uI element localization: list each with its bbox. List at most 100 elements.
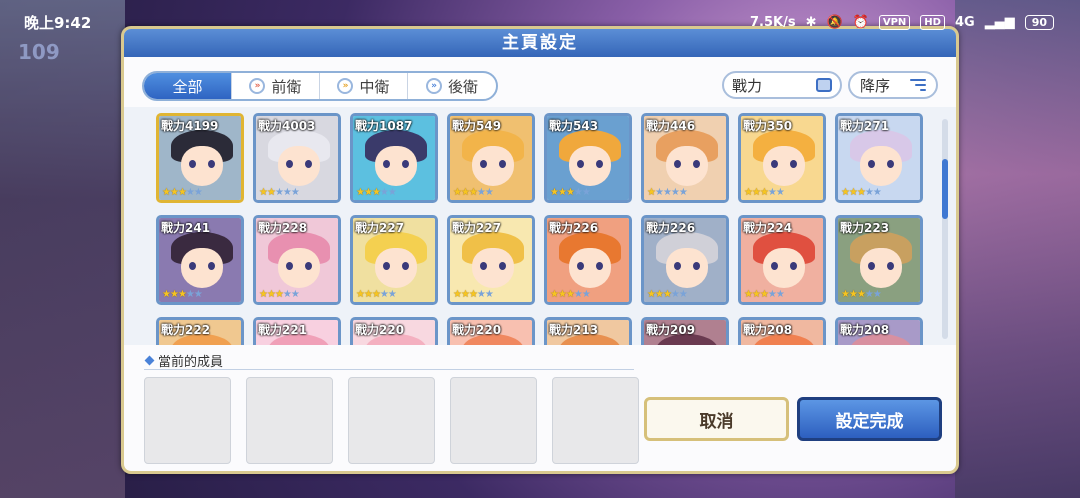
back-role-icon: » bbox=[425, 78, 442, 94]
character-card[interactable]: 戰力220★★★★★ bbox=[447, 317, 535, 345]
home-settings-dialog: 主頁設定 全部 » 前衛 » 中衛 » 後衛 戰力 降序 戰力4199 ★★★★… bbox=[121, 26, 959, 474]
character-power: 戰力223 bbox=[840, 221, 890, 235]
character-card[interactable]: 戰力213★★★★★ bbox=[544, 317, 632, 345]
star-rating: ★★★★★ bbox=[841, 187, 882, 198]
signal-icon: ▂▄▆ bbox=[984, 14, 1015, 30]
current-members-heading: 當前的成員 bbox=[144, 351, 224, 370]
character-card[interactable]: 戰力4199 ★★★★★ bbox=[156, 113, 244, 203]
sort-select-icon bbox=[816, 78, 832, 92]
tab-front[interactable]: » 前衛 bbox=[232, 73, 320, 99]
character-list[interactable]: 戰力4199 ★★★★★ 戰力4003 ★★★★★ 戰力1087 ★★★★★ 戰力549 ★★… bbox=[124, 107, 956, 345]
character-power: 戰力4199 bbox=[161, 119, 219, 133]
network-speed: 7.5K/s bbox=[749, 14, 796, 30]
character-card[interactable]: 戰力227 ★★★★★ bbox=[447, 215, 535, 305]
character-grid: 戰力4199 ★★★★★ 戰力4003 ★★★★★ 戰力1087 ★★★★★ 戰力549 ★★… bbox=[156, 113, 923, 345]
scrollbar-thumb[interactable] bbox=[942, 159, 948, 219]
character-card[interactable]: 戰力226 ★★★★★ bbox=[641, 215, 729, 305]
mute-icon: 🔕 bbox=[826, 14, 843, 30]
background-left-panel: 109 bbox=[0, 0, 125, 498]
alarm-icon: ⏰ bbox=[852, 14, 869, 30]
member-slot[interactable] bbox=[552, 377, 639, 464]
background-right-panel bbox=[955, 0, 1080, 498]
tab-middle[interactable]: » 中衛 bbox=[320, 73, 408, 99]
character-card[interactable]: 戰力4003 ★★★★★ bbox=[253, 113, 341, 203]
character-power: 戰力220 bbox=[452, 323, 502, 337]
character-power: 戰力222 bbox=[161, 323, 211, 337]
character-card[interactable]: 戰力1087 ★★★★★ bbox=[350, 113, 438, 203]
diamond-bullet-icon bbox=[144, 355, 155, 366]
star-rating: ★★★★★ bbox=[841, 289, 882, 300]
hd-badge: HD bbox=[920, 14, 945, 30]
character-card[interactable]: 戰力223 ★★★★★ bbox=[835, 215, 923, 305]
sort-order-button[interactable]: 降序 bbox=[848, 71, 938, 99]
character-power: 戰力224 bbox=[743, 221, 793, 235]
character-power: 戰力220 bbox=[355, 323, 405, 337]
member-slot[interactable] bbox=[348, 377, 435, 464]
character-power: 戰力4003 bbox=[258, 119, 316, 133]
tab-back[interactable]: » 後衛 bbox=[408, 73, 496, 99]
character-power: 戰力226 bbox=[646, 221, 696, 235]
character-power: 戰力241 bbox=[161, 221, 211, 235]
role-tabs: 全部 » 前衛 » 中衛 » 後衛 bbox=[142, 71, 498, 101]
character-power: 戰力271 bbox=[840, 119, 890, 133]
sort-key-button[interactable]: 戰力 bbox=[722, 71, 842, 99]
star-rating: ★★★★★ bbox=[162, 187, 203, 198]
star-rating: ★★★★★ bbox=[453, 289, 494, 300]
bluetooth-icon: ✱ bbox=[805, 14, 817, 30]
star-rating: ★★★★★ bbox=[356, 187, 397, 198]
character-card[interactable]: 戰力549 ★★★★★ bbox=[447, 113, 535, 203]
character-card[interactable]: 戰力241 ★★★★★ bbox=[156, 215, 244, 305]
character-card[interactable]: 戰力208★★★★★ bbox=[835, 317, 923, 345]
sort-order-label: 降序 bbox=[860, 76, 891, 95]
character-power: 戰力543 bbox=[549, 119, 599, 133]
star-rating: ★★★★★ bbox=[744, 187, 785, 198]
character-power: 戰力549 bbox=[452, 119, 502, 133]
star-rating: ★★★★★ bbox=[453, 187, 494, 198]
star-rating: ★★★★★ bbox=[647, 289, 688, 300]
star-rating: ★★★★★ bbox=[550, 187, 591, 198]
star-rating: ★★★★★ bbox=[550, 289, 591, 300]
character-card[interactable]: 戰力350 ★★★★★ bbox=[738, 113, 826, 203]
battery-indicator: 90 bbox=[1024, 14, 1054, 30]
sort-descending-icon bbox=[910, 79, 926, 91]
star-rating: ★★★★★ bbox=[259, 289, 300, 300]
character-card[interactable]: 戰力209★★★★★ bbox=[641, 317, 729, 345]
character-list-scrollbar[interactable] bbox=[942, 119, 948, 339]
character-power: 戰力221 bbox=[258, 323, 308, 337]
member-slot[interactable] bbox=[246, 377, 333, 464]
front-role-icon: » bbox=[249, 78, 266, 94]
confirm-button[interactable]: 設定完成 bbox=[797, 397, 942, 441]
character-power: 戰力213 bbox=[549, 323, 599, 337]
character-power: 戰力1087 bbox=[355, 119, 413, 133]
character-card[interactable]: 戰力222★★★★★ bbox=[156, 317, 244, 345]
character-power: 戰力209 bbox=[646, 323, 696, 337]
character-card[interactable]: 戰力446 ★★★★★ bbox=[641, 113, 729, 203]
character-power: 戰力446 bbox=[646, 119, 696, 133]
tab-middle-label: 中衛 bbox=[359, 77, 390, 96]
star-rating: ★★★★★ bbox=[162, 289, 203, 300]
character-card[interactable]: 戰力227 ★★★★★ bbox=[350, 215, 438, 305]
character-card[interactable]: 戰力228 ★★★★★ bbox=[253, 215, 341, 305]
signal-label: 4G bbox=[954, 14, 975, 30]
character-power: 戰力208 bbox=[840, 323, 890, 337]
character-card[interactable]: 戰力208★★★★★ bbox=[738, 317, 826, 345]
character-card[interactable]: 戰力224 ★★★★★ bbox=[738, 215, 826, 305]
character-card[interactable]: 戰力271 ★★★★★ bbox=[835, 113, 923, 203]
character-card[interactable]: 戰力220★★★★★ bbox=[350, 317, 438, 345]
character-power: 戰力350 bbox=[743, 119, 793, 133]
vpn-badge: VPN bbox=[878, 14, 911, 30]
star-rating: ★★★★★ bbox=[356, 289, 397, 300]
character-card[interactable]: 戰力543 ★★★★★ bbox=[544, 113, 632, 203]
character-power: 戰力226 bbox=[549, 221, 599, 235]
character-card[interactable]: 戰力226 ★★★★★ bbox=[544, 215, 632, 305]
character-power: 戰力228 bbox=[258, 221, 308, 235]
character-card[interactable]: 戰力221★★★★★ bbox=[253, 317, 341, 345]
members-divider bbox=[144, 369, 634, 370]
member-slot[interactable] bbox=[450, 377, 537, 464]
member-slots bbox=[144, 377, 639, 464]
current-members-label: 當前的成員 bbox=[158, 355, 224, 370]
member-slot[interactable] bbox=[144, 377, 231, 464]
character-power: 戰力227 bbox=[355, 221, 405, 235]
cancel-button[interactable]: 取消 bbox=[644, 397, 789, 441]
tab-all[interactable]: 全部 bbox=[144, 73, 232, 99]
